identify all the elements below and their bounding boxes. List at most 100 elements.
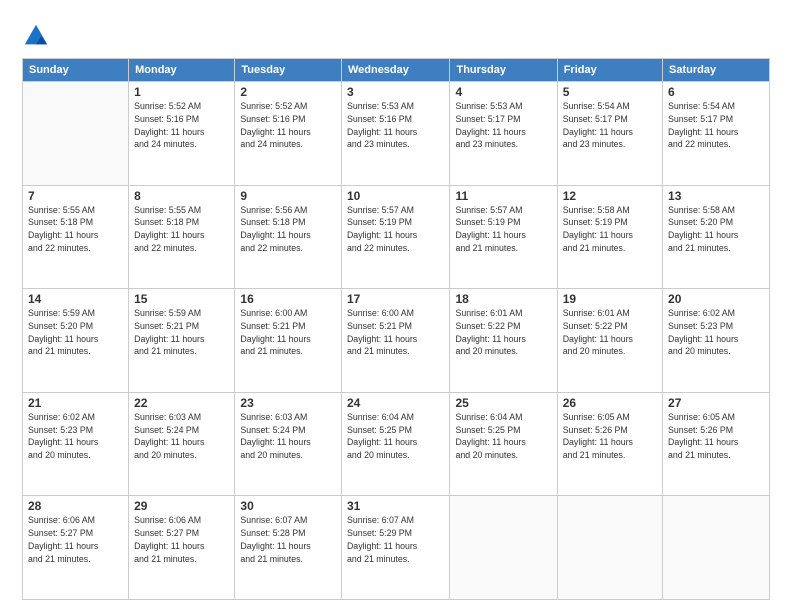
day-number: 21	[28, 396, 123, 410]
day-number: 2	[240, 85, 336, 99]
day-info: Sunrise: 5:54 AMSunset: 5:17 PMDaylight:…	[668, 100, 764, 151]
calendar-cell: 12Sunrise: 5:58 AMSunset: 5:19 PMDayligh…	[557, 185, 662, 289]
day-number: 1	[134, 85, 229, 99]
calendar-cell: 10Sunrise: 5:57 AMSunset: 5:19 PMDayligh…	[341, 185, 450, 289]
day-info: Sunrise: 5:58 AMSunset: 5:20 PMDaylight:…	[668, 204, 764, 255]
week-row-3: 14Sunrise: 5:59 AMSunset: 5:20 PMDayligh…	[23, 289, 770, 393]
calendar-cell: 15Sunrise: 5:59 AMSunset: 5:21 PMDayligh…	[129, 289, 235, 393]
day-number: 11	[455, 189, 551, 203]
day-number: 20	[668, 292, 764, 306]
calendar-cell: 19Sunrise: 6:01 AMSunset: 5:22 PMDayligh…	[557, 289, 662, 393]
calendar-cell	[450, 496, 557, 600]
calendar-cell: 1Sunrise: 5:52 AMSunset: 5:16 PMDaylight…	[129, 82, 235, 186]
calendar-cell: 27Sunrise: 6:05 AMSunset: 5:26 PMDayligh…	[663, 392, 770, 496]
day-info: Sunrise: 5:54 AMSunset: 5:17 PMDaylight:…	[563, 100, 657, 151]
day-info: Sunrise: 6:02 AMSunset: 5:23 PMDaylight:…	[668, 307, 764, 358]
calendar-cell: 11Sunrise: 5:57 AMSunset: 5:19 PMDayligh…	[450, 185, 557, 289]
calendar-cell	[557, 496, 662, 600]
day-number: 5	[563, 85, 657, 99]
calendar-cell: 24Sunrise: 6:04 AMSunset: 5:25 PMDayligh…	[341, 392, 450, 496]
calendar-table: SundayMondayTuesdayWednesdayThursdayFrid…	[22, 58, 770, 600]
calendar-header-row: SundayMondayTuesdayWednesdayThursdayFrid…	[23, 59, 770, 82]
day-number: 16	[240, 292, 336, 306]
week-row-2: 7Sunrise: 5:55 AMSunset: 5:18 PMDaylight…	[23, 185, 770, 289]
calendar-cell: 18Sunrise: 6:01 AMSunset: 5:22 PMDayligh…	[450, 289, 557, 393]
header	[22, 18, 770, 50]
day-number: 13	[668, 189, 764, 203]
week-row-5: 28 Sunrise: 6:06 AMSunset: 5:27 PMDayligh…	[23, 496, 770, 600]
calendar-cell: 22Sunrise: 6:03 AMSunset: 5:24 PMDayligh…	[129, 392, 235, 496]
calendar-cell: 14Sunrise: 5:59 AMSunset: 5:20 PMDayligh…	[23, 289, 129, 393]
calendar-cell: 25Sunrise: 6:04 AMSunset: 5:25 PMDayligh…	[450, 392, 557, 496]
logo-icon	[22, 22, 50, 50]
day-number: 25	[455, 396, 551, 410]
day-info: Sunrise: 5:57 AMSunset: 5:19 PMDaylight:…	[347, 204, 445, 255]
calendar-cell: 28Sunrise: 6:06 AMSunset: 5:27 PMDayligh…	[23, 496, 129, 600]
day-info: Sunrise: 6:06 AMSunset: 5:27 PMDaylight:…	[134, 514, 229, 565]
day-info: Sunrise: 6:04 AMSunset: 5:25 PMDaylight:…	[455, 411, 551, 462]
day-number: 18	[455, 292, 551, 306]
day-info: Sunrise: 5:52 AMSunset: 5:16 PMDaylight:…	[134, 100, 229, 151]
day-number: 8	[134, 189, 229, 203]
calendar-cell: 21Sunrise: 6:02 AMSunset: 5:23 PMDayligh…	[23, 392, 129, 496]
day-number: 28	[28, 499, 123, 513]
day-info: Sunrise: 5:55 AMSunset: 5:18 PMDaylight:…	[28, 204, 123, 255]
day-number: 30	[240, 499, 336, 513]
day-number: 31	[347, 499, 445, 513]
day-number: 24	[347, 396, 445, 410]
calendar-cell: 26Sunrise: 6:05 AMSunset: 5:26 PMDayligh…	[557, 392, 662, 496]
col-header-thursday: Thursday	[450, 59, 557, 82]
day-info: Sunrise: 5:53 AMSunset: 5:16 PMDaylight:…	[347, 100, 445, 151]
day-info: Sunrise: 6:01 AMSunset: 5:22 PMDaylight:…	[563, 307, 657, 358]
day-info: Sunrise: 5:53 AMSunset: 5:17 PMDaylight:…	[455, 100, 551, 151]
day-number: 26	[563, 396, 657, 410]
day-number: 15	[134, 292, 229, 306]
day-info: Sunrise: 5:55 AMSunset: 5:18 PMDaylight:…	[134, 204, 229, 255]
calendar-cell: 5Sunrise: 5:54 AMSunset: 5:17 PMDaylight…	[557, 82, 662, 186]
day-info: Sunrise: 6:02 AMSunset: 5:23 PMDaylight:…	[28, 411, 123, 462]
day-info: Sunrise: 5:59 AMSunset: 5:21 PMDaylight:…	[134, 307, 229, 358]
col-header-monday: Monday	[129, 59, 235, 82]
calendar-cell: 4Sunrise: 5:53 AMSunset: 5:17 PMDaylight…	[450, 82, 557, 186]
col-header-saturday: Saturday	[663, 59, 770, 82]
day-number: 6	[668, 85, 764, 99]
col-header-friday: Friday	[557, 59, 662, 82]
day-info: Sunrise: 5:56 AMSunset: 5:18 PMDaylight:…	[240, 204, 336, 255]
day-info: Sunrise: 6:05 AMSunset: 5:26 PMDaylight:…	[668, 411, 764, 462]
calendar-cell	[663, 496, 770, 600]
day-number: 9	[240, 189, 336, 203]
calendar-cell: 8Sunrise: 5:55 AMSunset: 5:18 PMDaylight…	[129, 185, 235, 289]
day-number: 27	[668, 396, 764, 410]
day-info: Sunrise: 5:52 AMSunset: 5:16 PMDaylight:…	[240, 100, 336, 151]
day-info: Sunrise: 6:07 AMSunset: 5:28 PMDaylight:…	[240, 514, 336, 565]
day-info: Sunrise: 5:59 AMSunset: 5:20 PMDaylight:…	[28, 307, 123, 358]
day-number: 14	[28, 292, 123, 306]
calendar-cell: 31Sunrise: 6:07 AMSunset: 5:29 PMDayligh…	[341, 496, 450, 600]
day-number: 19	[563, 292, 657, 306]
day-number: 29	[134, 499, 229, 513]
day-number: 10	[347, 189, 445, 203]
calendar-cell: 9Sunrise: 5:56 AMSunset: 5:18 PMDaylight…	[235, 185, 342, 289]
calendar-cell	[23, 82, 129, 186]
calendar-cell: 3Sunrise: 5:53 AMSunset: 5:16 PMDaylight…	[341, 82, 450, 186]
calendar-cell: 23Sunrise: 6:03 AMSunset: 5:24 PMDayligh…	[235, 392, 342, 496]
day-info: Sunrise: 6:04 AMSunset: 5:25 PMDaylight:…	[347, 411, 445, 462]
day-number: 23	[240, 396, 336, 410]
calendar-cell: 17Sunrise: 6:00 AMSunset: 5:21 PMDayligh…	[341, 289, 450, 393]
week-row-1: 1Sunrise: 5:52 AMSunset: 5:16 PMDaylight…	[23, 82, 770, 186]
day-info: Sunrise: 6:01 AMSunset: 5:22 PMDaylight:…	[455, 307, 551, 358]
day-number: 12	[563, 189, 657, 203]
calendar-cell: 13Sunrise: 5:58 AMSunset: 5:20 PMDayligh…	[663, 185, 770, 289]
day-info: Sunrise: 6:03 AMSunset: 5:24 PMDaylight:…	[134, 411, 229, 462]
day-number: 22	[134, 396, 229, 410]
calendar-cell: 6Sunrise: 5:54 AMSunset: 5:17 PMDaylight…	[663, 82, 770, 186]
calendar-cell: 7Sunrise: 5:55 AMSunset: 5:18 PMDaylight…	[23, 185, 129, 289]
day-info: Sunrise: 5:57 AMSunset: 5:19 PMDaylight:…	[455, 204, 551, 255]
day-number: 7	[28, 189, 123, 203]
day-info: Sunrise: 6:03 AMSunset: 5:24 PMDaylight:…	[240, 411, 336, 462]
calendar-cell: 29Sunrise: 6:06 AMSunset: 5:27 PMDayligh…	[129, 496, 235, 600]
logo	[22, 22, 54, 50]
day-number: 4	[455, 85, 551, 99]
day-info: Sunrise: 5:58 AMSunset: 5:19 PMDaylight:…	[563, 204, 657, 255]
calendar-cell: 16Sunrise: 6:00 AMSunset: 5:21 PMDayligh…	[235, 289, 342, 393]
